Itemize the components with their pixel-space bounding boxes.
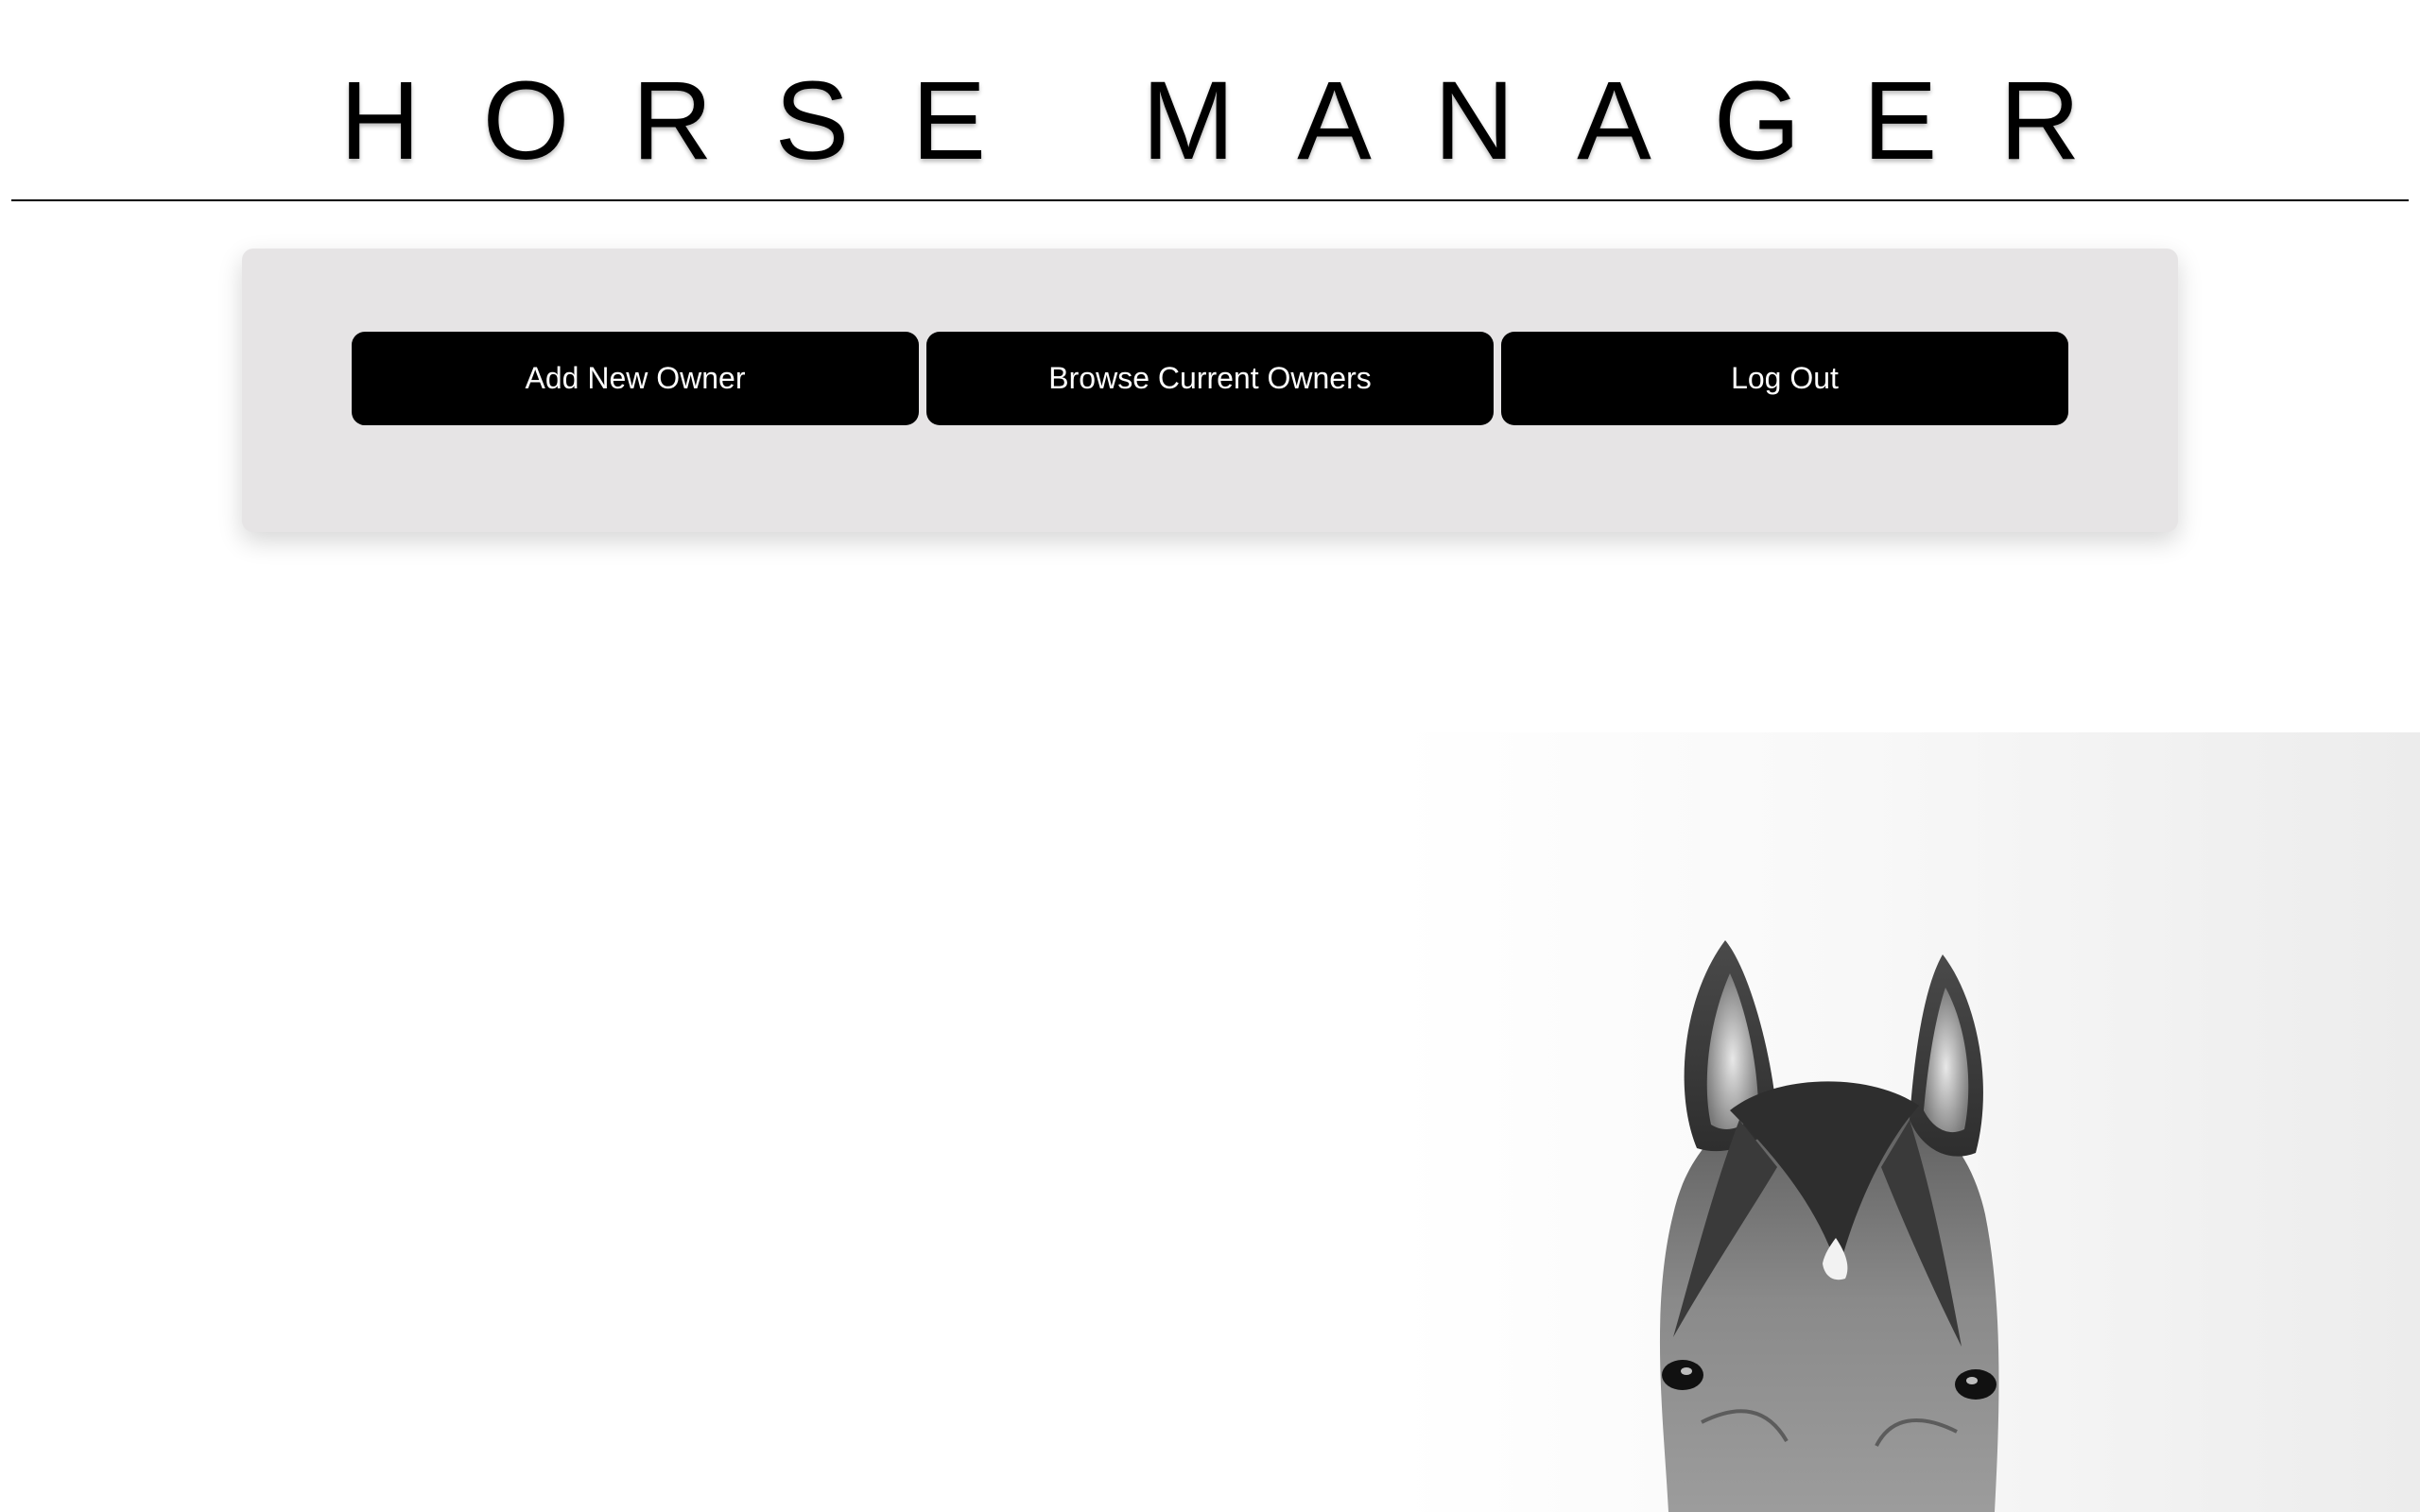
add-new-owner-button[interactable]: Add New Owner	[352, 332, 919, 425]
browse-current-owners-button[interactable]: Browse Current Owners	[926, 332, 1494, 425]
page: HORSE MANAGER Add New Owner Browse Curre…	[0, 0, 2420, 1512]
nav-panel: Add New Owner Browse Current Owners Log …	[242, 249, 2178, 532]
header-divider	[11, 199, 2409, 201]
page-title: HORSE MANAGER	[339, 59, 2143, 183]
log-out-button[interactable]: Log Out	[1501, 332, 2068, 425]
header: HORSE MANAGER	[0, 0, 2420, 202]
horse-head-image	[1659, 940, 1999, 1512]
